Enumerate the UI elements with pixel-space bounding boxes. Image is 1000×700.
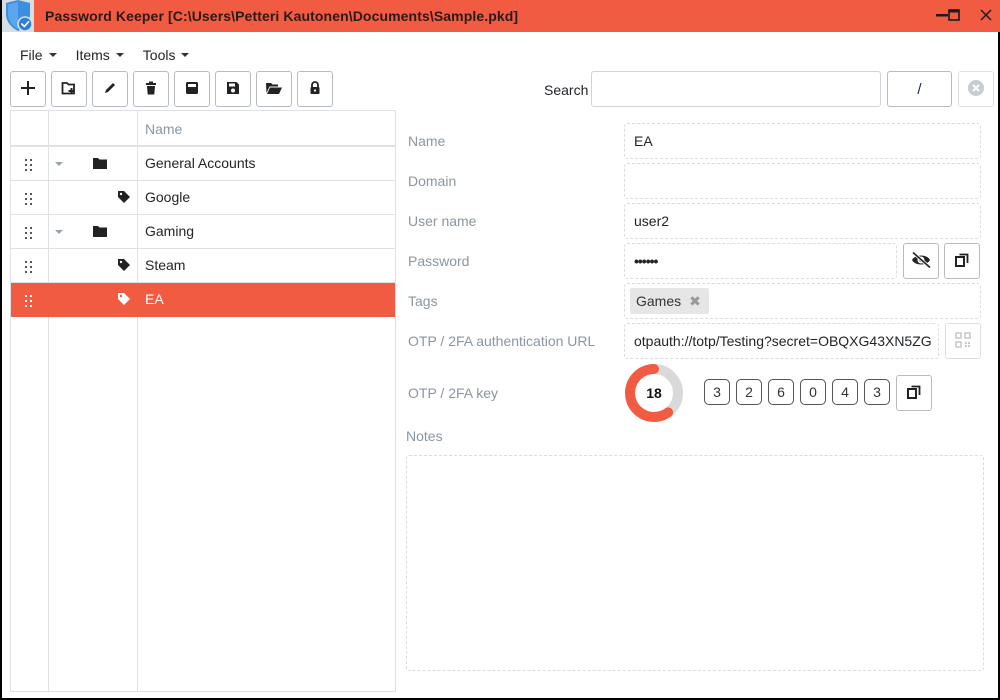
folder-icon (93, 156, 107, 172)
circle-x-icon (967, 79, 985, 100)
title-bar: Password Keeper [C:\Users\Petteri Kauton… (2, 0, 1000, 32)
shield-check-icon (2, 0, 34, 32)
menu-tools[interactable]: Tools (143, 47, 190, 63)
maximize-button[interactable] (938, 0, 970, 32)
toolbar (10, 71, 333, 107)
name-field[interactable]: EA (624, 123, 981, 159)
menu-file[interactable]: File (20, 47, 57, 63)
maximize-icon (948, 8, 960, 24)
row-label: Gaming (145, 223, 195, 239)
folder-open-icon (265, 80, 283, 99)
save-button[interactable] (174, 71, 210, 107)
notes-textarea[interactable] (406, 455, 984, 671)
folder-icon (93, 224, 107, 240)
column-header-name[interactable]: Name (145, 121, 182, 137)
floppy-icon (225, 80, 241, 99)
save-as-button[interactable] (215, 71, 251, 107)
drag-handle-icon[interactable] (25, 294, 33, 307)
delete-button[interactable] (133, 71, 169, 107)
otp-seconds-remaining: 18 (646, 385, 662, 401)
domain-label: Domain (408, 173, 457, 189)
otp-digit: 4 (832, 379, 858, 405)
qr-code-button[interactable] (945, 323, 981, 359)
tree-row-item[interactable]: Steam (11, 249, 395, 283)
toggle-password-visibility-button[interactable] (903, 243, 939, 279)
app-window: Password Keeper [C:\Users\Petteri Kauton… (0, 0, 1000, 700)
tags-field[interactable]: Games ✖ (624, 283, 981, 319)
tree-row-item[interactable]: Google (11, 181, 395, 215)
password-field[interactable]: •••••• (624, 243, 897, 279)
notes-label: Notes (406, 428, 443, 444)
expand-toggle-icon[interactable] (55, 162, 63, 166)
otp-digit: 3 (864, 379, 890, 405)
remove-tag-icon[interactable]: ✖ (689, 293, 701, 310)
row-label: Google (145, 189, 191, 205)
save-icon (184, 80, 200, 99)
password-label: Password (408, 253, 470, 269)
username-field[interactable]: user2 (624, 203, 981, 239)
drag-handle-icon[interactable] (25, 158, 33, 171)
copy-icon (907, 385, 921, 402)
close-window-button[interactable] (970, 0, 1000, 32)
window-title: Password Keeper [C:\Users\Petteri Kauton… (45, 8, 519, 24)
row-label: General Accounts (145, 155, 256, 171)
qr-code-icon (955, 331, 971, 351)
otp-code: 3 2 6 0 4 3 (704, 379, 890, 405)
tag-chip: Games ✖ (630, 288, 709, 314)
otp-digit: 2 (736, 379, 762, 405)
otp-digit: 6 (768, 379, 794, 405)
otp-countdown-timer: 18 (624, 363, 684, 423)
folder-plus-icon (61, 80, 77, 99)
lock-icon (307, 80, 323, 99)
add-folder-button[interactable] (51, 71, 87, 107)
tree-row-item-selected[interactable]: EA (11, 283, 395, 317)
clear-search-button[interactable] (958, 71, 994, 107)
search-shortcut-button[interactable]: / (887, 71, 952, 107)
drag-handle-icon[interactable] (25, 260, 33, 273)
otp-digit: 0 (800, 379, 826, 405)
lock-button[interactable] (297, 71, 333, 107)
close-icon (980, 8, 992, 24)
trash-icon (143, 80, 159, 99)
otp-url-field[interactable]: otpauth://totp/Testing?secret=OBQXG43XN5… (624, 323, 939, 359)
drag-handle-icon[interactable] (25, 226, 33, 239)
menu-bar: File Items Tools (20, 47, 208, 63)
chevron-down-icon (48, 53, 57, 57)
menu-items[interactable]: Items (76, 47, 124, 63)
chevron-down-icon (181, 53, 190, 57)
drag-handle-icon[interactable] (25, 192, 33, 205)
chevron-down-icon (115, 53, 124, 57)
open-button[interactable] (256, 71, 292, 107)
items-tree: Name General Accounts Google Gaming Stea… (10, 110, 396, 692)
domain-field[interactable] (624, 163, 981, 199)
tag-icon (117, 190, 131, 207)
row-label: Steam (145, 257, 186, 273)
expand-toggle-icon[interactable] (55, 230, 63, 234)
row-label: EA (145, 291, 164, 307)
otp-digit: 3 (704, 379, 730, 405)
add-item-button[interactable] (10, 71, 46, 107)
tag-icon (117, 292, 131, 309)
eye-slash-icon (910, 250, 932, 272)
username-label: User name (408, 213, 477, 229)
tree-row-folder[interactable]: Gaming (11, 215, 395, 249)
tree-row-folder[interactable]: General Accounts (11, 147, 395, 181)
edit-button[interactable] (92, 71, 128, 107)
tag-icon (117, 258, 131, 275)
plus-icon (20, 80, 36, 99)
tree-header: Name (11, 111, 395, 147)
copy-otp-button[interactable] (896, 375, 932, 411)
otp-key-label: OTP / 2FA key (408, 385, 499, 401)
name-label: Name (408, 133, 446, 149)
tags-label: Tags (408, 293, 438, 309)
copy-icon (955, 253, 969, 270)
search-label: Search (544, 82, 589, 98)
otp-url-label: OTP / 2FA authentication URL (408, 333, 596, 349)
pencil-icon (102, 80, 118, 99)
search-input[interactable] (591, 71, 881, 107)
copy-password-button[interactable] (944, 243, 980, 279)
